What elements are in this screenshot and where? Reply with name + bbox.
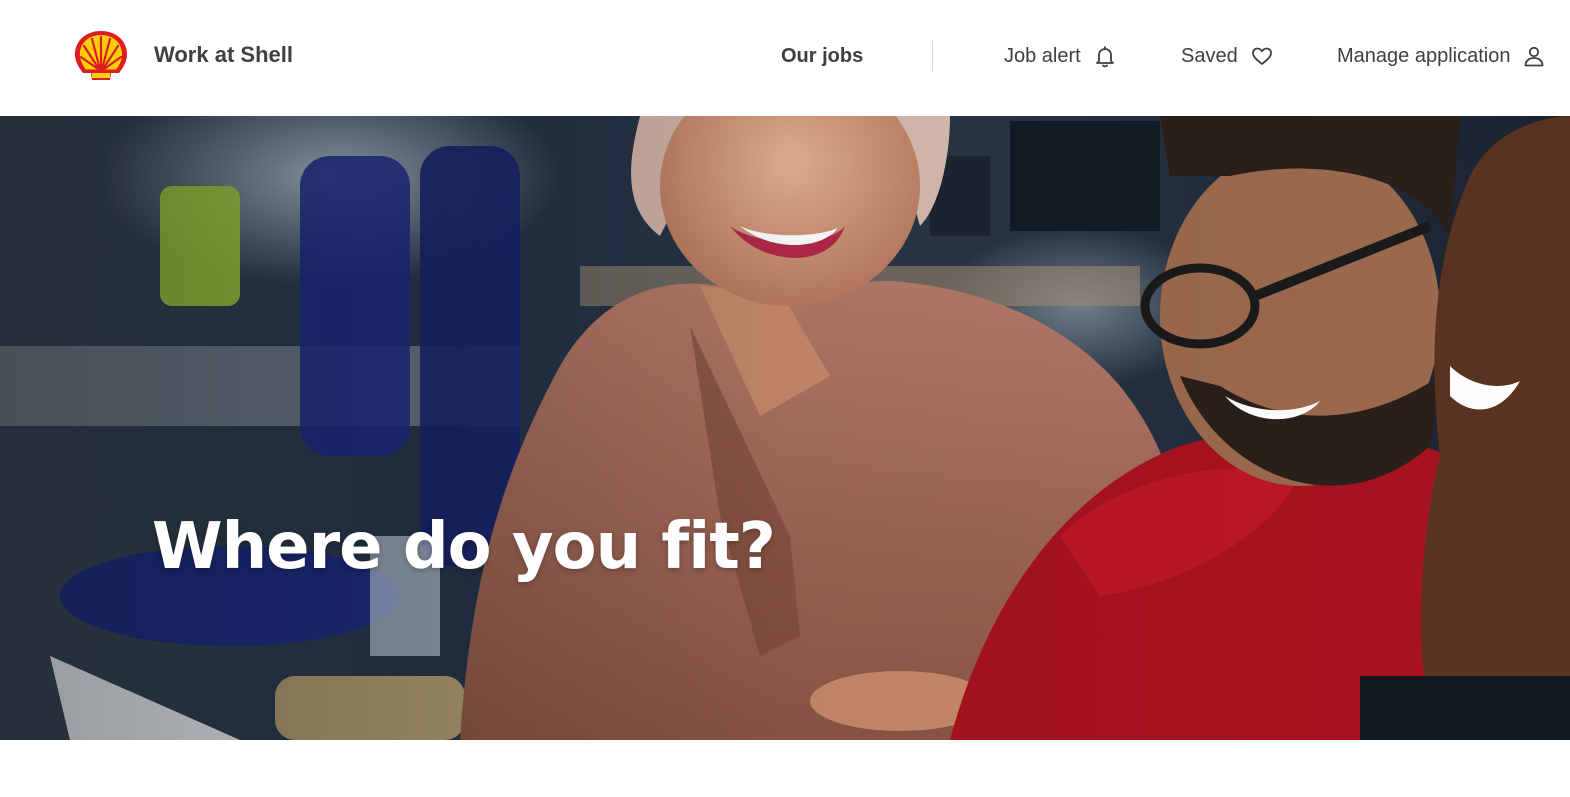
nav-manage-application-label: Manage application bbox=[1337, 45, 1511, 67]
brand-title[interactable]: Work at Shell bbox=[154, 42, 293, 68]
nav-job-alert-label: Job alert bbox=[1004, 45, 1081, 67]
nav-our-jobs-label: Our jobs bbox=[781, 45, 864, 67]
hero-photo bbox=[0, 116, 1570, 740]
hero-title: Where do you fit? bbox=[152, 510, 776, 584]
nav-saved-label: Saved bbox=[1181, 45, 1238, 67]
shell-logo-icon[interactable] bbox=[72, 29, 130, 83]
nav-divider bbox=[932, 41, 933, 71]
nav-manage-application[interactable]: Manage application bbox=[1337, 44, 1546, 68]
nav-saved[interactable]: Saved bbox=[1181, 44, 1274, 68]
user-icon bbox=[1525, 46, 1544, 67]
bell-icon bbox=[1095, 46, 1114, 68]
site-header: Work at Shell Our jobs Job alert Saved M… bbox=[0, 0, 1570, 116]
nav-our-jobs[interactable]: Our jobs bbox=[781, 44, 863, 68]
heart-icon bbox=[1251, 47, 1272, 65]
nav-job-alert[interactable]: Job alert bbox=[1004, 44, 1117, 68]
hero-banner: Where do you fit? bbox=[0, 116, 1570, 740]
